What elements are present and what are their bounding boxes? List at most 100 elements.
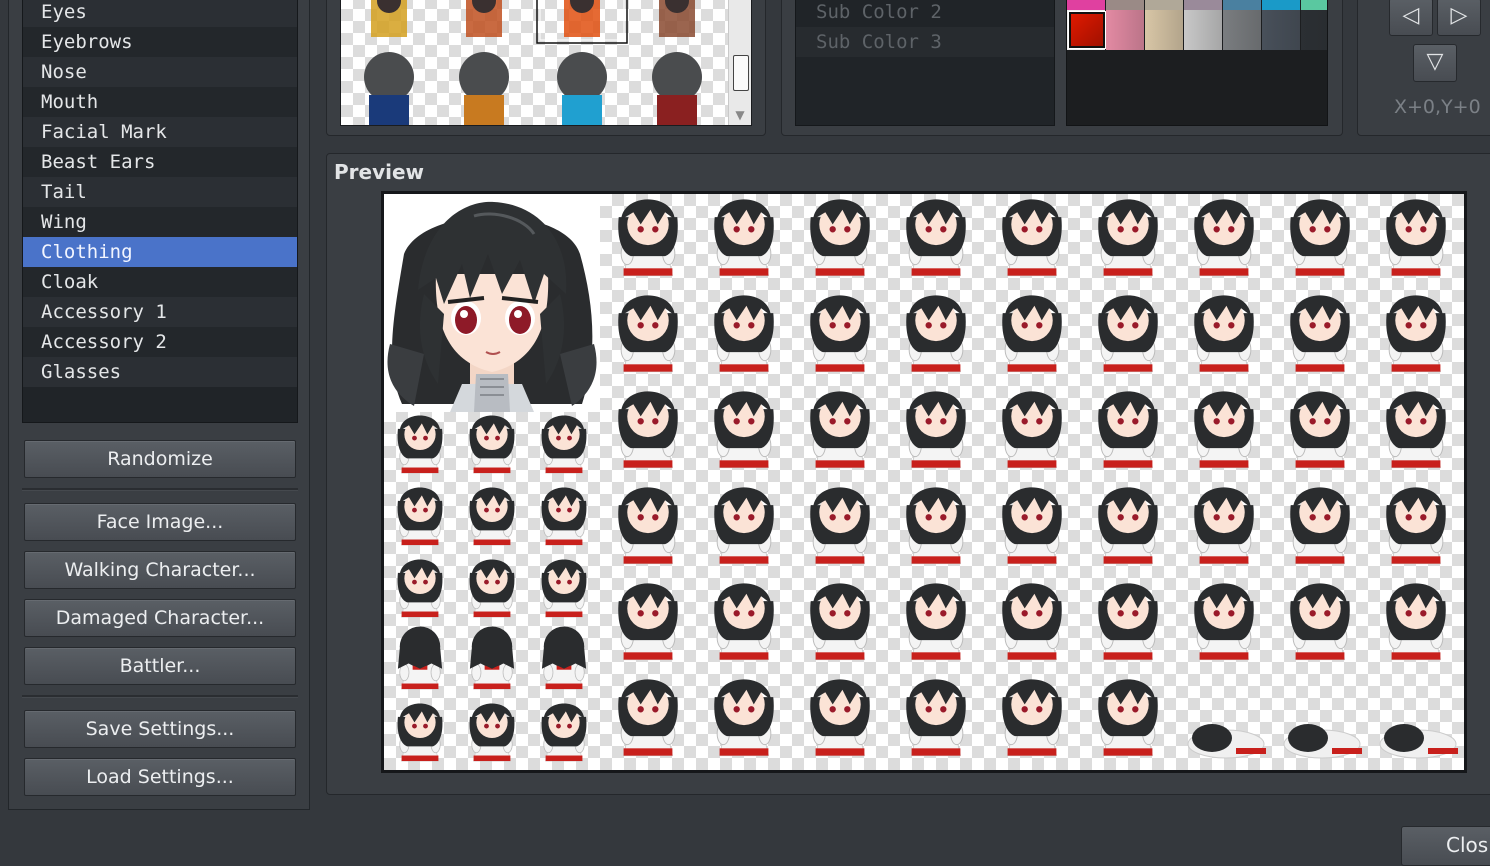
divider	[22, 695, 298, 698]
battler-sprite	[1194, 295, 1254, 373]
battler-sprite	[906, 199, 966, 277]
palette-swatch[interactable]	[1223, 0, 1261, 10]
pattern-thumbnail[interactable]	[459, 52, 509, 125]
battler-sprite	[1194, 391, 1254, 469]
color-palette[interactable]	[1066, 0, 1328, 126]
battler-sprite	[714, 199, 774, 277]
walking-character-button[interactable]: Walking Character...	[24, 551, 296, 589]
battler-sprite	[1002, 679, 1062, 757]
palette-swatch[interactable]	[1223, 10, 1261, 50]
part-item-eyes[interactable]: Eyes	[23, 0, 297, 27]
palette-swatch[interactable]	[1301, 10, 1327, 50]
pattern-thumbnail[interactable]	[652, 52, 702, 125]
color-slot-sub-color-3[interactable]: Sub Color 3	[796, 27, 1054, 57]
battler-sprite	[1002, 199, 1062, 277]
palette-swatch[interactable]	[1067, 0, 1105, 10]
preview-title: Preview	[334, 160, 425, 184]
battler-sprite	[1194, 199, 1254, 277]
scroll-down-icon[interactable]: ▼	[732, 107, 748, 123]
walking-sprite	[541, 487, 587, 546]
battler-down-sprite	[1379, 724, 1458, 759]
palette-swatch[interactable]	[1262, 0, 1300, 10]
selected-color-swatch[interactable]	[1068, 11, 1106, 49]
part-item-eyebrows[interactable]: Eyebrows	[23, 27, 297, 57]
walking-sprite	[397, 415, 443, 474]
color-slot-sub-color-2[interactable]: Sub Color 2	[796, 0, 1054, 27]
battler-sprite	[1290, 391, 1350, 469]
left-arrow-button[interactable]: ◁	[1389, 0, 1433, 36]
palette-swatch[interactable]	[1184, 0, 1222, 10]
palette-swatch[interactable]	[1145, 10, 1183, 50]
randomize-button[interactable]: Randomize	[24, 440, 296, 478]
battler-down-sprite	[1283, 724, 1362, 759]
battler-sprite	[810, 487, 870, 565]
palette-swatch[interactable]	[1106, 0, 1144, 10]
battler-sprite	[1290, 295, 1350, 373]
part-item-glasses[interactable]: Glasses	[23, 357, 297, 387]
pattern-selector[interactable]: ▼	[340, 0, 752, 126]
color-slot-list[interactable]: Sub Color 2 Sub Color 3	[795, 0, 1055, 126]
palette-swatch[interactable]	[1145, 0, 1183, 10]
palette-swatch[interactable]	[1262, 10, 1300, 50]
palette-swatch[interactable]	[1106, 10, 1144, 50]
face-image-button[interactable]: Face Image...	[24, 503, 296, 541]
offset-readout: X+0,Y+0	[1394, 96, 1481, 118]
part-item-facial-mark[interactable]: Facial Mark	[23, 117, 297, 147]
damaged-character-button[interactable]: Damaged Character...	[24, 599, 296, 637]
pattern-thumbnail[interactable]	[466, 0, 502, 37]
battler-sprite	[1290, 199, 1350, 277]
pattern-thumbnail[interactable]	[557, 52, 607, 125]
pattern-thumbnail[interactable]	[371, 0, 407, 37]
part-item-clothing[interactable]: Clothing	[23, 237, 297, 267]
battler-sprite	[1194, 487, 1254, 565]
pattern-thumbnails[interactable]	[341, 0, 729, 125]
preview-canvas	[381, 191, 1467, 773]
scrollbar-thumb[interactable]	[733, 55, 749, 91]
pattern-scrollbar[interactable]: ▼	[728, 0, 751, 125]
battler-sprite	[906, 295, 966, 373]
battler-sprite	[714, 391, 774, 469]
parts-list[interactable]: Eyes Eyebrows Nose Mouth Facial Mark Bea…	[22, 0, 298, 423]
pattern-thumbnail[interactable]	[659, 0, 695, 37]
part-item-mouth[interactable]: Mouth	[23, 87, 297, 117]
battler-sprite	[714, 679, 774, 757]
battler-sprite	[1002, 583, 1062, 661]
battler-sprite	[1290, 487, 1350, 565]
battler-sprite	[810, 295, 870, 373]
battler-sprite	[1194, 583, 1254, 661]
battler-sprite	[1386, 391, 1446, 469]
battler-sprite	[714, 295, 774, 373]
part-item-accessory-1[interactable]: Accessory 1	[23, 297, 297, 327]
part-item-accessory-2[interactable]: Accessory 2	[23, 327, 297, 357]
battler-sprite	[618, 295, 678, 373]
battler-sprite	[1002, 391, 1062, 469]
part-item-wing[interactable]: Wing	[23, 207, 297, 237]
close-button[interactable]: Clos	[1401, 826, 1490, 866]
save-settings-button[interactable]: Save Settings...	[24, 710, 296, 748]
part-item-cloak[interactable]: Cloak	[23, 267, 297, 297]
palette-swatch[interactable]	[1184, 10, 1222, 50]
pattern-thumbnail[interactable]	[364, 52, 414, 125]
walking-sprite	[541, 626, 587, 690]
right-arrow-button[interactable]: ▷	[1437, 0, 1481, 36]
walking-sprite	[469, 487, 515, 546]
battler-sprite	[906, 583, 966, 661]
palette-swatch[interactable]	[1301, 0, 1327, 10]
battler-sprite	[1098, 679, 1158, 757]
down-arrow-button[interactable]: ▽	[1413, 44, 1457, 82]
battler-sprite	[1290, 583, 1350, 661]
battler-sprite	[1098, 295, 1158, 373]
divider	[22, 488, 298, 491]
part-item-nose[interactable]: Nose	[23, 57, 297, 87]
pattern-thumbnail[interactable]	[564, 0, 600, 37]
battler-sprite	[810, 199, 870, 277]
load-settings-button[interactable]: Load Settings...	[24, 758, 296, 796]
part-item-tail[interactable]: Tail	[23, 177, 297, 207]
battler-sprite	[906, 679, 966, 757]
battler-sprite	[1098, 199, 1158, 277]
part-item-beast-ears[interactable]: Beast Ears	[23, 147, 297, 177]
battler-button[interactable]: Battler...	[24, 647, 296, 685]
walking-sprite	[469, 415, 515, 474]
battler-sprite-sheet	[618, 199, 1458, 759]
battler-sprite	[1386, 295, 1446, 373]
